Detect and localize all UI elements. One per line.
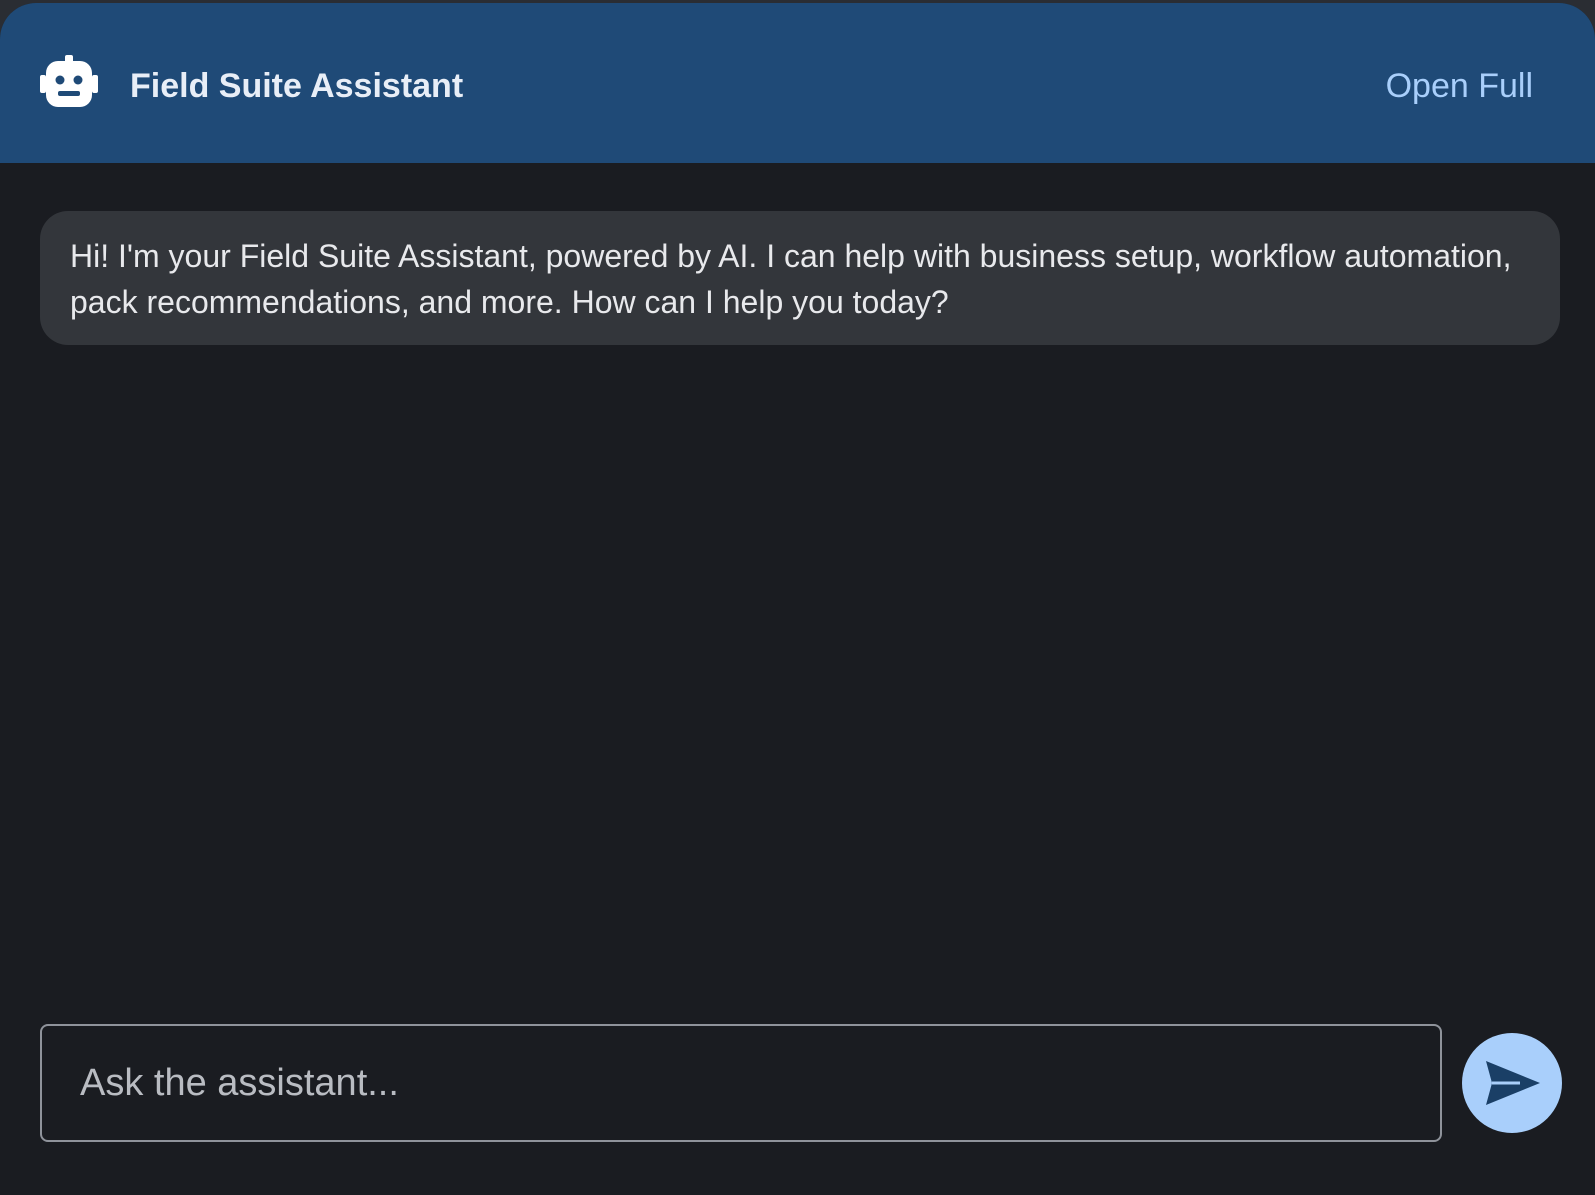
assistant-title: Field Suite Assistant [130,67,464,105]
send-button[interactable] [1462,1033,1562,1133]
message-input[interactable] [42,1026,1440,1140]
assistant-header: Field Suite Assistant Open Full [0,3,1595,163]
open-full-link[interactable]: Open Full [1386,61,1533,111]
assistant-panel: Field Suite Assistant Open Full Hi! I'm … [0,3,1595,1195]
send-icon [1486,1061,1540,1105]
robot-icon [40,55,98,107]
message-composer [40,1024,1442,1142]
assistant-message: Hi! I'm your Field Suite Assistant, powe… [40,211,1560,345]
